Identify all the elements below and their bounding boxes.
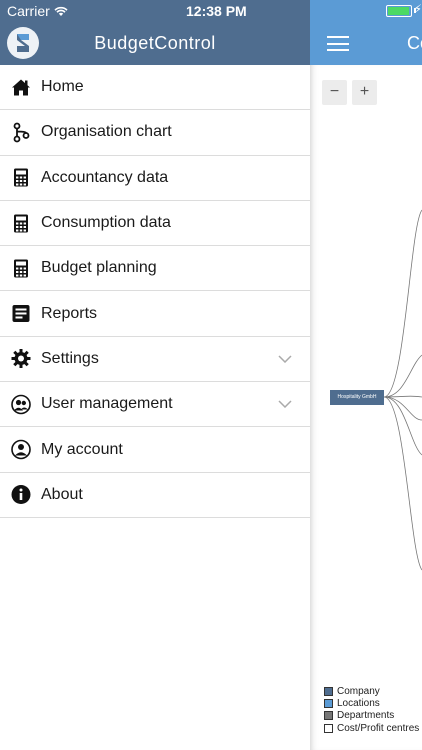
legend-swatch (324, 711, 333, 721)
legend-label: Cost/Profit centres (337, 722, 420, 734)
menu-item-home[interactable]: Home (0, 65, 310, 111)
menu-item-budget-planning[interactable]: Budget planning (0, 246, 310, 292)
menu-label: Consumption data (41, 214, 171, 232)
status-bar-right: ⚡ (310, 0, 422, 22)
app-header: Co (310, 22, 422, 65)
menu-label: My account (41, 440, 123, 458)
battery-level (388, 7, 409, 15)
report-icon (10, 303, 31, 324)
legend-item: Locations (324, 697, 422, 709)
menu-item-consumption-data[interactable]: Consumption data (0, 201, 310, 247)
gear-icon (10, 348, 31, 369)
chart-legend: Company Locations Departments Cost/Profi… (324, 685, 422, 734)
user-icon (10, 439, 31, 460)
calculator-icon (10, 258, 31, 279)
menu-label: About (41, 485, 83, 503)
legend-item: Departments (324, 710, 422, 722)
chevron-down-icon[interactable] (278, 395, 292, 413)
chevron-down-icon[interactable] (278, 350, 292, 368)
menu-item-about[interactable]: About (0, 473, 310, 518)
page-title: Co (407, 33, 422, 53)
menu-item-accountancy-data[interactable]: Accountancy data (0, 156, 310, 201)
menu-item-my-account[interactable]: My account (0, 427, 310, 473)
carrier-indicator: Carrier (7, 3, 68, 19)
menu-icon[interactable] (327, 36, 349, 51)
legend-swatch (324, 723, 333, 733)
info-icon (10, 484, 31, 505)
menu-item-organisation-chart[interactable]: Organisation chart (0, 110, 310, 156)
legend-label: Company (337, 685, 380, 697)
menu-label: Settings (41, 349, 99, 367)
organisation-chart-view: − + Hospitality GmbH Company Locations D… (310, 65, 422, 750)
menu-item-reports[interactable]: Reports (0, 291, 310, 337)
status-bar: Carrier 12:38 PM (0, 0, 310, 22)
legend-swatch (324, 698, 333, 708)
users-icon (10, 394, 31, 415)
menu-label: Organisation chart (41, 123, 172, 141)
legend-item: Company (324, 685, 422, 697)
legend-label: Locations (337, 697, 380, 709)
drawer-menu: Home Organisation chart Accountancy data… (0, 65, 310, 518)
legend-swatch (324, 686, 333, 696)
calculator-icon (10, 167, 31, 188)
menu-item-user-management[interactable]: User management (0, 382, 310, 428)
menu-label: User management (41, 395, 173, 413)
charging-icon: ⚡ (413, 2, 422, 16)
tree-node-company[interactable]: Hospitality GmbH (330, 390, 384, 405)
legend-label: Departments (337, 710, 395, 722)
menu-label: Budget planning (41, 259, 157, 277)
battery-icon (386, 5, 412, 17)
org-tree-links (383, 209, 422, 571)
menu-label: Accountancy data (41, 168, 169, 186)
menu-label: Reports (41, 304, 98, 322)
wifi-icon (54, 6, 68, 16)
org-chart-icon (10, 122, 31, 143)
calculator-icon (10, 213, 31, 234)
drawer-header: BudgetControl (0, 22, 310, 65)
app-title: BudgetControl (94, 33, 216, 53)
carrier-label: Carrier (7, 3, 50, 19)
clock: 12:38 PM (186, 3, 247, 19)
menu-item-settings[interactable]: Settings (0, 337, 310, 383)
menu-label: Home (41, 78, 84, 96)
home-icon (10, 77, 31, 98)
legend-item: Cost/Profit centres (324, 722, 422, 734)
